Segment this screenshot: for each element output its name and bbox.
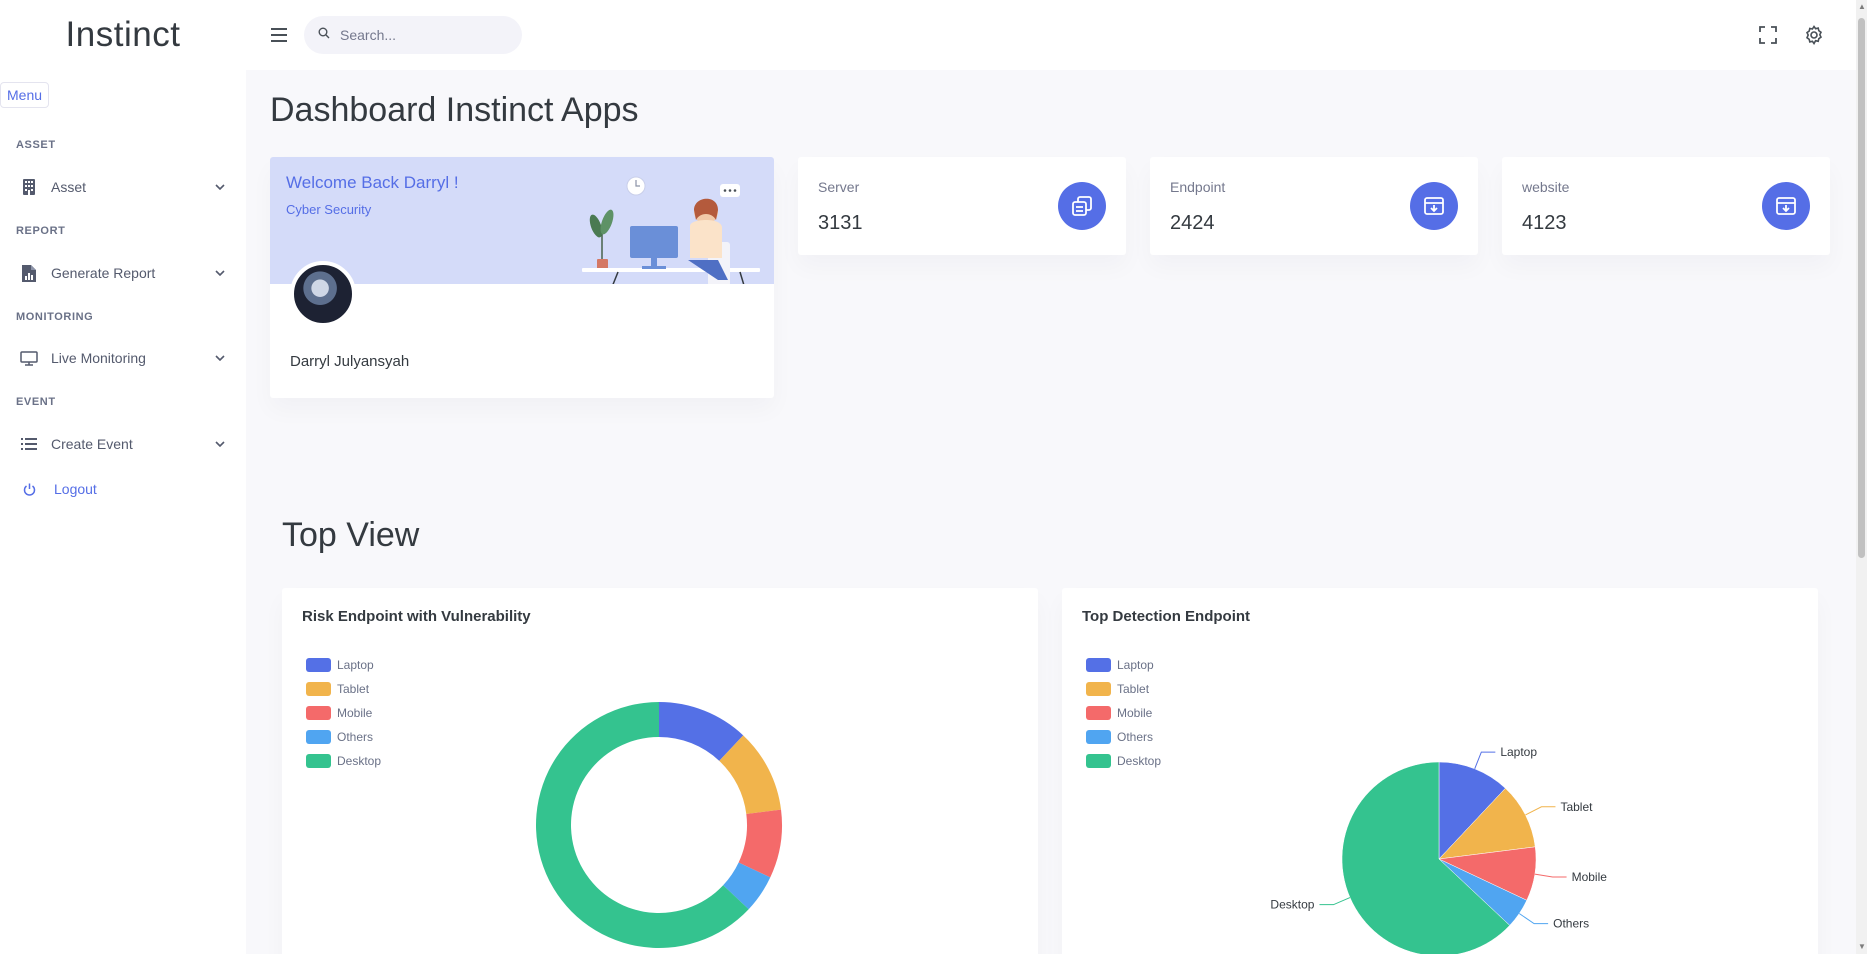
sidebar-item-asset[interactable]: Asset (20, 172, 226, 202)
welcome-card: Welcome Back Darryl ! Cyber Security Dar… (270, 157, 774, 398)
stat-card-endpoint: Endpoint 2424 (1150, 157, 1478, 255)
search-input[interactable] (340, 27, 500, 43)
stat-label: website (1522, 179, 1570, 195)
chart-card-risk-endpoint: Risk Endpoint with Vulnerability Laptop … (282, 588, 1038, 954)
brand-logo[interactable]: Instinct (0, 0, 246, 70)
stat-value: 3131 (818, 212, 863, 234)
section-title-asset: ASSET (16, 139, 56, 151)
search-icon (318, 26, 330, 44)
page-scrollbar[interactable]: ▲ ▼ (1856, 0, 1867, 954)
stat-value: 2424 (1170, 212, 1215, 234)
pie-label-line (1534, 873, 1567, 878)
report-icon (20, 264, 38, 282)
sidebar-item-label: Live Monitoring (51, 350, 146, 366)
scroll-up-arrow[interactable]: ▲ (1858, 2, 1866, 12)
user-name: Darryl Julyansyah (290, 353, 410, 370)
welcome-banner: Welcome Back Darryl ! Cyber Security (270, 157, 774, 284)
section-title-event: EVENT (16, 396, 56, 408)
pie-slice-label: Others (1553, 917, 1589, 931)
pie-slice-label: Desktop (1270, 898, 1314, 912)
logout-label: Logout (54, 481, 97, 497)
chart-card-top-detection: Top Detection Endpoint Laptop Tablet Mob… (1062, 588, 1818, 954)
avatar (290, 261, 356, 327)
archive-icon (1762, 182, 1810, 230)
logout-button[interactable]: Logout (20, 474, 226, 504)
section-title-report: REPORT (16, 225, 66, 237)
sidebar-item-label: Asset (51, 179, 87, 195)
search-bar (304, 16, 522, 54)
stat-card-website: website 4123 (1502, 157, 1830, 255)
pie-label-line (1474, 751, 1496, 769)
stat-card-server: Server 3131 (798, 157, 1126, 255)
pie-label-line (1525, 806, 1556, 816)
page-title: Dashboard Instinct Apps (270, 91, 639, 129)
pie-chart: Laptop Tablet Mobile Others Desktop (1270, 745, 1608, 954)
chevron-down-icon (214, 181, 226, 193)
sidebar-item-generate-report[interactable]: Generate Report (20, 258, 226, 288)
stat-label: Server (818, 179, 860, 195)
section-title-monitoring: MONITORING (16, 311, 94, 323)
stat-label: Endpoint (1170, 179, 1226, 195)
menu-toggle-button[interactable] (264, 20, 294, 50)
chevron-down-icon (214, 267, 226, 279)
pie-slice-label: Tablet (1560, 800, 1593, 814)
fullscreen-icon[interactable] (1756, 23, 1780, 47)
stat-value: 4123 (1522, 212, 1567, 234)
power-icon (20, 480, 38, 498)
welcome-title: Welcome Back Darryl ! (286, 173, 459, 192)
list-icon (20, 435, 38, 453)
menu-label: Menu (0, 82, 50, 108)
scroll-thumb[interactable] (1858, 18, 1865, 558)
welcome-subtitle: Cyber Security (286, 202, 372, 217)
settings-gear-icon[interactable] (1802, 23, 1826, 47)
topbar: Instinct (0, 0, 1856, 70)
scroll-down-arrow[interactable]: ▼ (1858, 942, 1866, 952)
pie-slice-label: Laptop (1500, 745, 1537, 759)
sidebar-item-live-monitoring[interactable]: Live Monitoring (20, 343, 226, 373)
monitor-icon (20, 349, 38, 367)
chevron-down-icon (214, 438, 226, 450)
sidebar-item-create-event[interactable]: Create Event (20, 429, 226, 459)
archive-icon (1410, 182, 1458, 230)
office-illustration (582, 176, 760, 284)
pie-label-line (1319, 897, 1351, 906)
sidebar: Menu ASSET Asset REPORT Generate Report … (0, 70, 246, 954)
top-view-heading: Top View (282, 516, 420, 554)
building-icon (20, 178, 38, 196)
chevron-down-icon (214, 352, 226, 364)
pie-slice-label: Mobile (1572, 870, 1608, 884)
copy-icon (1058, 182, 1106, 230)
donut-chart (536, 702, 782, 948)
pie-label-line (1518, 913, 1549, 925)
sidebar-item-label: Generate Report (51, 265, 156, 281)
sidebar-item-label: Create Event (51, 436, 133, 452)
